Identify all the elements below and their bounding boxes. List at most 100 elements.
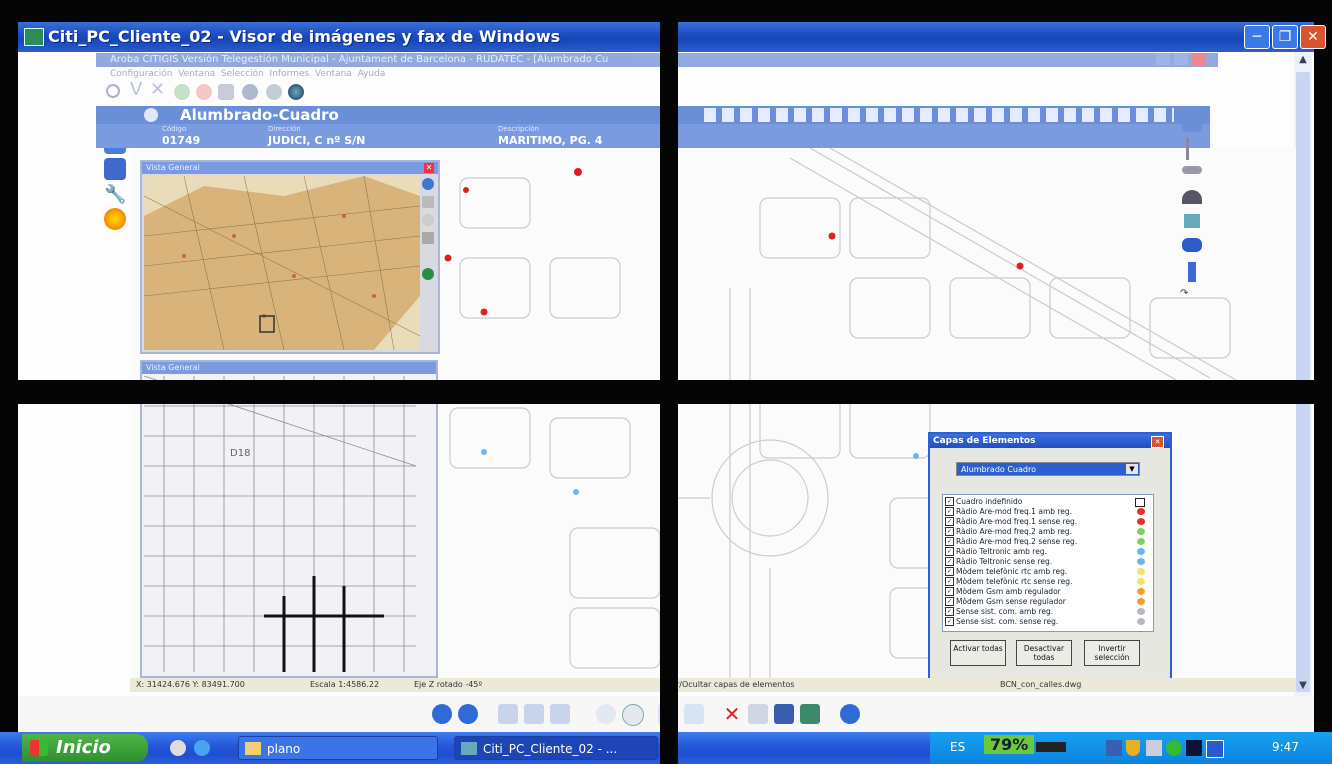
globe-icon[interactable] — [422, 178, 434, 190]
app-close-icon — [1192, 53, 1206, 65]
lamp-post-icon[interactable] — [1186, 138, 1199, 160]
checkbox-icon[interactable]: ✓ — [945, 557, 954, 566]
print-icon[interactable] — [748, 704, 768, 724]
checkbox-icon[interactable]: ✓ — [945, 587, 954, 596]
checkbox-icon[interactable]: ✓ — [945, 527, 954, 536]
invert-selection-button[interactable]: Invertir selección — [1084, 640, 1140, 666]
overview-close-icon[interactable]: ✕ — [424, 163, 434, 173]
layer-row[interactable]: ✓ Ràdio Teltronic sense reg. — [945, 557, 1151, 566]
app-restore-icon — [1174, 53, 1188, 65]
sun-icon[interactable] — [104, 208, 126, 230]
pencil-icon[interactable] — [422, 232, 434, 244]
quicklaunch-media-icon[interactable] — [170, 740, 186, 756]
display-icon[interactable] — [1186, 740, 1202, 756]
layer-row[interactable]: ✓ Mòdem Gsm sense regulador — [945, 597, 1151, 606]
checkbox-icon[interactable]: ✓ — [945, 597, 954, 606]
next-image-icon[interactable] — [458, 704, 478, 724]
checkbox-icon[interactable]: ✓ — [945, 537, 954, 546]
deactivate-all-button[interactable]: Desactivar todas — [1016, 640, 1072, 666]
task-viewer-label: Citi_PC_Cliente_02 - ... — [483, 742, 618, 756]
system-tray: ES 79% 9:47 — [930, 732, 1332, 764]
layers-close-icon[interactable]: ✕ — [1151, 436, 1164, 448]
layer-select[interactable]: Alumbrado Cuadro ▼ — [956, 462, 1140, 476]
layer-row[interactable]: ✓ Mòdem telefònic rtc sense reg. — [945, 577, 1151, 586]
delete-icon[interactable]: ✕ — [722, 704, 742, 724]
layer-row[interactable]: ✓ Sense sist. com. amb reg. — [945, 607, 1151, 616]
map-tool-icons[interactable] — [704, 108, 1174, 122]
checkbox-icon[interactable]: ✓ — [945, 507, 954, 516]
checkbox-icon[interactable]: ✓ — [945, 567, 954, 576]
zoom-in-icon[interactable] — [596, 704, 616, 724]
overview-panel[interactable]: Vista General ✕ — [140, 160, 440, 354]
cabinet-icon[interactable] — [1184, 214, 1200, 228]
slideshow-icon[interactable] — [550, 704, 570, 724]
chevron-down-icon[interactable]: ▼ — [1126, 464, 1138, 474]
scroll-down-arrow[interactable]: ▼ — [1296, 680, 1310, 694]
layer-row[interactable]: ✓ Mòdem telefònic rtc amb reg. — [945, 567, 1151, 576]
open-editor-icon[interactable] — [800, 704, 820, 724]
pan-icon[interactable] — [422, 214, 434, 226]
remove-circle-icon — [196, 84, 212, 100]
layer-row[interactable]: ✓ Mòdem Gsm amb regulador — [945, 587, 1151, 596]
overview-panel-detail[interactable]: Vista General D18 — [140, 360, 438, 678]
monitor-icon[interactable] — [1206, 740, 1224, 758]
layer-row[interactable]: ✓ Ràdio Are-mod freq.1 sense reg. — [945, 517, 1151, 526]
layer-color-swatch — [1137, 578, 1145, 585]
rotate-counterclockwise-icon[interactable] — [684, 704, 704, 724]
status-rotation: Eje Z rotado -45º — [414, 680, 483, 689]
minimize-button[interactable]: ─ — [1244, 25, 1270, 49]
sync-icon[interactable] — [1166, 740, 1182, 756]
layer-row[interactable]: ✓ Ràdio Are-mod freq.2 sense reg. — [945, 537, 1151, 546]
quicklaunch-ie-icon[interactable] — [194, 740, 210, 756]
traffic-light-icon[interactable] — [1188, 262, 1196, 282]
dome-icon[interactable] — [1182, 190, 1202, 204]
zoom-icon[interactable] — [422, 196, 434, 208]
help-icon[interactable] — [840, 704, 860, 724]
checkbox-icon[interactable]: ✓ — [945, 577, 954, 586]
print-icon — [218, 84, 234, 100]
viewer-icon — [461, 742, 477, 755]
start-button[interactable]: Inicio — [22, 734, 148, 762]
language-indicator[interactable]: ES — [950, 740, 965, 754]
layers-panel[interactable]: Capas de Elementos ✕ Alumbrado Cuadro ▼ … — [928, 432, 1172, 680]
close-button[interactable]: ✕ — [1300, 25, 1326, 49]
add-circle-icon — [174, 84, 190, 100]
layer-color-swatch — [1137, 508, 1145, 515]
status-coords: X: 31424.676 Y: 83491.700 — [136, 680, 245, 689]
best-fit-icon[interactable] — [498, 704, 518, 724]
tap-icon[interactable] — [1182, 238, 1202, 252]
lamp-head-icon[interactable] — [1182, 166, 1202, 174]
layers-icon[interactable] — [1182, 110, 1202, 132]
layer-row[interactable]: ✓ Ràdio Are-mod freq.2 amb reg. — [945, 527, 1151, 536]
checkbox-icon[interactable]: ✓ — [945, 607, 954, 616]
actual-size-icon[interactable] — [524, 704, 544, 724]
overview-tools — [422, 178, 436, 280]
network-icon[interactable] — [1106, 740, 1122, 756]
speaker-icon[interactable] — [1146, 740, 1162, 756]
checkbox-icon[interactable]: ✓ — [945, 497, 954, 506]
vertical-scrollbar[interactable]: ▲ ▼ — [1294, 52, 1312, 696]
previous-image-icon[interactable] — [432, 704, 452, 724]
power-plug-icon[interactable] — [1036, 742, 1066, 752]
maximize-button[interactable]: ❐ — [1272, 25, 1298, 49]
layer-row[interactable]: ✓ Ràdio Are-mod freq.1 amb reg. — [945, 507, 1151, 516]
wrench-icon[interactable]: 🔧 — [104, 184, 126, 206]
shield-icon[interactable] — [1126, 740, 1140, 756]
checkbox-icon[interactable]: ✓ — [945, 617, 954, 626]
layer-label: Ràdio Teltronic amb reg. — [956, 547, 1047, 556]
task-viewer[interactable]: Citi_PC_Cliente_02 - ... — [454, 736, 658, 760]
globe-small-icon[interactable] — [422, 268, 434, 280]
layer-row[interactable]: ✓ Cuadro indefinido — [945, 497, 1151, 507]
checkbox-icon[interactable]: ✓ — [945, 547, 954, 556]
scroll-up-arrow[interactable]: ▲ — [1296, 54, 1310, 68]
activate-all-button[interactable]: Activar todas — [950, 640, 1006, 666]
checkbox-icon[interactable]: ✓ — [945, 517, 954, 526]
task-plano[interactable]: plano — [238, 736, 438, 760]
layer-row[interactable]: ✓ Sense sist. com. sense reg. — [945, 617, 1151, 626]
route-icon[interactable]: ↷ — [1180, 288, 1204, 306]
layer-row[interactable]: ✓ Ràdio Teltronic amb reg. — [945, 547, 1151, 556]
save-icon[interactable] — [774, 704, 794, 724]
zoom-out-icon[interactable] — [622, 704, 644, 726]
clock[interactable]: 9:47 — [1272, 740, 1299, 754]
book-icon[interactable] — [104, 158, 126, 180]
